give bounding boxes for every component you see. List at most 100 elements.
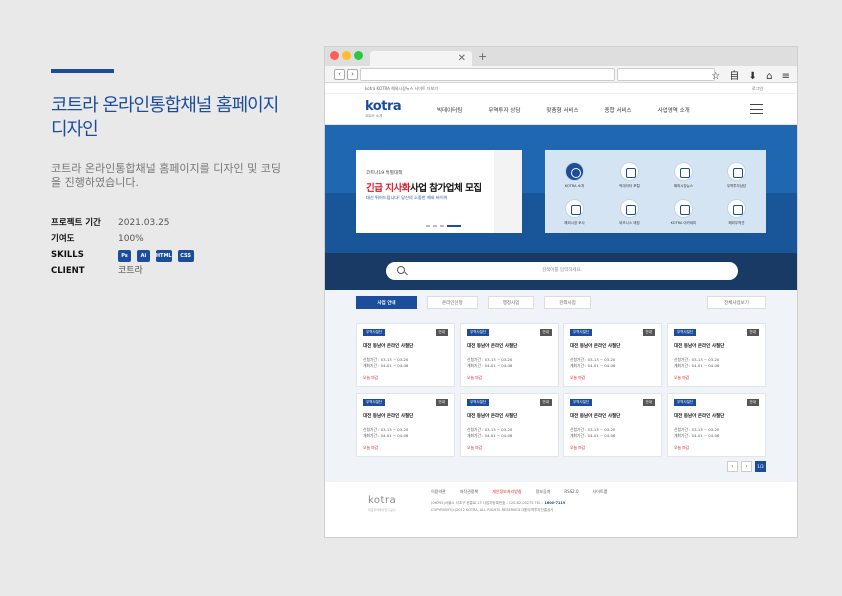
tab-business-info[interactable]: 사업 안내 xyxy=(356,296,417,309)
business-card[interactable]: 무역사절단 안내 대전 동남아 온라인 사절단 신청기간 : 03-13 ~ 0… xyxy=(356,323,455,387)
document-icon xyxy=(620,199,639,218)
business-card[interactable]: 무역사절단 안내 대전 동남아 온라인 사절단 신청기간 : 03-13 ~ 0… xyxy=(356,393,455,457)
pagination-dot[interactable] xyxy=(440,225,444,227)
card-badge: 무역사절단 xyxy=(467,399,490,406)
quick-links: KOTRA 소개 빅데이터 포털 해외시장뉴스 무역투자상담 해외시장 조사 비… xyxy=(545,150,766,233)
project-title: 코트라 온라인통합채널 홈페이지 디자인 xyxy=(51,95,279,140)
info-row-client: CLIENT 코트라 xyxy=(51,263,197,279)
banner-pagination[interactable] xyxy=(426,225,464,227)
search-placeholder: 검색어를 입력하세요. xyxy=(541,268,583,273)
building-icon xyxy=(674,199,693,218)
quick-link[interactable]: 빅데이터 포털 xyxy=(602,162,657,189)
banner-subtitle: 대신 뛰어드립니다! 당신의 소중한 해외 바이어 xyxy=(366,195,448,200)
card-title: 대전 동남아 온라인 사절단 xyxy=(674,344,725,349)
main-banner[interactable]: 코트나19 특별대책 긴급 지사화사업 참가업체 모집 대신 뛰어드립니다! 당… xyxy=(356,150,522,233)
close-tab-icon[interactable]: ✕ xyxy=(458,51,466,66)
card-event-period: 개최기간 : 04-01 ~ 04-06 xyxy=(570,363,616,368)
business-card[interactable]: 무역사절단 안내 대전 동남아 온라인 사절단 신청기간 : 03-13 ~ 0… xyxy=(667,323,766,387)
quick-link[interactable]: 해외시장뉴스 xyxy=(656,162,711,189)
address-text: (06792)서울시 서초구 헌릉로 13 사업자등록번호 : 120-82-0… xyxy=(431,501,544,505)
skills-list: Ps Ai HTML CSS xyxy=(118,247,197,263)
pagination-dot-active[interactable] xyxy=(447,225,461,227)
card-event-period: 개최기간 : 04-01 ~ 04-06 xyxy=(674,433,720,438)
footer-copyright: COPYRIGHT(c)2012 KOTRA, ALL RIGHTS RESER… xyxy=(431,508,554,512)
site-search-input[interactable]: 검색어를 입력하세요. xyxy=(386,262,738,280)
new-tab-icon[interactable]: + xyxy=(478,50,487,63)
card-title: 대전 동남아 온라인 사절단 xyxy=(570,414,621,419)
card-status: 오늘 마감 xyxy=(363,375,379,380)
menu-item[interactable]: 종합 서비스 xyxy=(605,106,632,114)
card-status: 오늘 마감 xyxy=(467,375,483,380)
quick-link[interactable]: KOTRA 아카데미 xyxy=(656,199,711,226)
quick-link[interactable]: 해외시장 조사 xyxy=(547,199,602,226)
card-status: 오늘 마감 xyxy=(674,445,690,450)
footer-links: 이용약관 저작권정책 개인정보처리방침 정보공개 RSS2.0 사이트맵 xyxy=(431,489,621,495)
info-label: CLIENT xyxy=(51,266,85,276)
browser-tab[interactable]: ✕ xyxy=(370,51,472,66)
footer-link[interactable]: 이용약관 xyxy=(431,489,446,495)
tab-external[interactable]: 관외사업 xyxy=(544,296,591,309)
maximize-window-button[interactable] xyxy=(354,51,363,60)
menu-item[interactable]: 무역투자 상담 xyxy=(488,106,520,114)
quick-link-label: KOTRA 소개 xyxy=(564,184,585,188)
toolbar-icons[interactable]: ☆ 自 ⬇ ⌂ ≡ xyxy=(711,67,793,82)
card-status: 오늘 마감 xyxy=(363,445,379,450)
close-window-button[interactable] xyxy=(330,51,339,60)
info-value: 2021.03.25 xyxy=(118,218,170,228)
business-card[interactable]: 무역사절단 안내 대전 동남아 온라인 사절단 신청기간 : 03-13 ~ 0… xyxy=(667,393,766,457)
card-status: 오늘 마감 xyxy=(467,445,483,450)
menu-item[interactable]: 맞춤형 서비스 xyxy=(546,106,578,114)
search-doc-icon xyxy=(565,199,584,218)
login-link[interactable]: 로그인 xyxy=(752,86,763,92)
pagination-dot[interactable] xyxy=(426,225,430,227)
footer-link[interactable]: RSS2.0 xyxy=(564,489,578,495)
footer-link[interactable]: 사이트맵 xyxy=(593,489,608,495)
card-title: 대전 동남아 온라인 사절단 xyxy=(467,414,518,419)
browser-toolbar: ‹ › ☆ 自 ⬇ ⌂ ≡ xyxy=(325,66,797,83)
quick-link[interactable]: 비즈니스 매칭 xyxy=(602,199,657,226)
card-badge: 무역사절단 xyxy=(363,399,386,406)
next-page-button[interactable]: › xyxy=(741,461,752,472)
card-badge: 무역사절단 xyxy=(570,329,593,336)
menu-item[interactable]: 빅데이터팀 xyxy=(437,106,462,114)
forward-button[interactable]: › xyxy=(347,69,358,80)
quick-link[interactable]: KOTRA 소개 xyxy=(547,162,602,189)
quick-link-label: 무역투자상담 xyxy=(726,184,747,188)
card-tag: 안내 xyxy=(746,329,759,336)
address-bar[interactable] xyxy=(360,68,615,81)
info-label: SKILLS xyxy=(51,250,84,260)
card-badge: 무역사절단 xyxy=(363,329,386,336)
view-all-button[interactable]: 전체사업보기 xyxy=(707,296,766,309)
browser-search-field[interactable] xyxy=(617,68,715,81)
card-tag: 안내 xyxy=(746,399,759,406)
tab-admin[interactable]: 행정사업 xyxy=(487,296,535,309)
family-sites[interactable]: kotra KOTRA 해외시장뉴스 사이트 더보기 xyxy=(365,86,438,92)
business-card[interactable]: 무역사절단 안내 대전 동남아 온라인 사절단 신청기간 : 03-13 ~ 0… xyxy=(460,393,559,457)
card-tag: 안내 xyxy=(435,399,448,406)
kotra-logo[interactable]: kotra xyxy=(365,99,402,114)
footer-link-privacy[interactable]: 개인정보처리방침 xyxy=(492,489,521,495)
footer-tel: 1600-7119 xyxy=(544,501,566,505)
business-card[interactable]: 무역사절단 안내 대전 동남아 온라인 사절단 신청기간 : 03-13 ~ 0… xyxy=(563,393,662,457)
info-value: 코트라 xyxy=(118,266,143,276)
pagination-dot[interactable] xyxy=(433,225,437,227)
back-button[interactable]: ‹ xyxy=(334,69,345,80)
accent-bar xyxy=(51,69,114,73)
banner-kicker: 코트나19 특별대책 xyxy=(366,171,403,176)
menu-icon[interactable] xyxy=(750,104,763,114)
tab-online-apply[interactable]: 온라인신청 xyxy=(427,296,478,309)
minimize-window-button[interactable] xyxy=(342,51,351,60)
quick-link[interactable]: 해외무역관 xyxy=(709,199,764,226)
business-card[interactable]: 무역사절단 안내 대전 동남아 온라인 사절단 신청기간 : 03-13 ~ 0… xyxy=(563,323,662,387)
card-status: 오늘 마감 xyxy=(674,375,690,380)
footer-link[interactable]: 정보공개 xyxy=(536,489,551,495)
footer-link[interactable]: 저작권정책 xyxy=(460,489,478,495)
quick-link[interactable]: 무역투자상담 xyxy=(709,162,764,189)
main-navigation: kotra 코트라 소개 빅데이터팀 무역투자 상담 맞춤형 서비스 종합 서비… xyxy=(325,94,797,125)
card-event-period: 개최기간 : 04-01 ~ 04-06 xyxy=(467,363,513,368)
menu-item[interactable]: 사업영역 소개 xyxy=(658,106,690,114)
prev-page-button[interactable]: ‹ xyxy=(727,461,738,472)
project-info: 프로젝트 기간 2021.03.25 기여도 100% SKILLS Ps Ai… xyxy=(51,215,197,279)
quick-link-label: 해외시장뉴스 xyxy=(673,184,694,188)
business-card[interactable]: 무역사절단 안내 대전 동남아 온라인 사절단 신청기간 : 03-13 ~ 0… xyxy=(460,323,559,387)
